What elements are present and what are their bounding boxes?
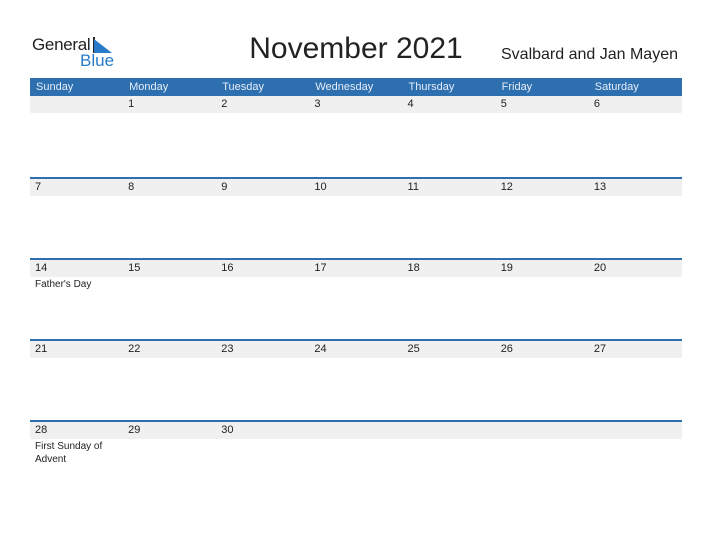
day-cell [496,422,589,501]
day-number: 29 [128,424,141,436]
day-cell: 17 [309,260,402,339]
weeks: 1 2 3 4 5 6 7 8 9 10 11 12 13 14 Father's Day 15 16 17 18 1… [30,96,682,501]
day-number: 2 [221,98,228,110]
day-cell: 9 [216,179,309,258]
weekday-wednesday: Wednesday [315,81,374,93]
day-number: 12 [500,181,513,193]
day-number: 14 [35,262,48,274]
day-number: 23 [221,343,234,355]
day-cell: 5 [496,96,589,177]
day-cell: 16 [216,260,309,339]
day-cell: 30 [216,422,309,501]
day-number: 24 [314,343,327,355]
day-cell: 13 [589,179,682,258]
day-cell: 19 [496,260,589,339]
day-number: 6 [593,98,600,110]
day-number: 9 [221,181,228,193]
day-number: 30 [221,424,234,436]
day-cell: 18 [403,260,496,339]
day-cell: 2 [216,96,309,177]
day-number [594,422,682,439]
day-cell: 29 [123,422,216,501]
week-row: 14 Father's Day 15 16 17 18 19 20 [30,258,682,339]
weekday-tuesday: Tuesday [222,81,265,93]
day-number: 11 [407,181,419,193]
day-number: 27 [593,343,607,355]
day-cell: 24 [309,341,402,420]
day-cell [403,422,496,501]
day-cell: 8 [123,179,216,258]
day-cell [30,96,123,177]
day-cell: 3 [309,96,402,177]
day-number: 10 [314,181,327,193]
week-row: 28 First Sunday of Advent 29 30 [30,420,682,501]
day-cell: 6 [589,96,682,177]
holiday-label: First Sunday of Advent [35,441,103,465]
day-cell: 26 [496,341,589,420]
day-number: 25 [407,343,420,355]
week-row: 7 8 9 10 11 12 13 [30,177,682,258]
day-cell: 7 [30,179,123,258]
holiday-label: Father's Day [35,279,92,290]
day-cell [309,422,402,501]
day-cell: 15 [123,260,216,339]
weekday-thursday: Thursday [408,81,455,93]
day-cell: 11 [403,179,496,258]
day-number: 15 [128,262,141,274]
day-number: 7 [35,181,42,193]
day-cell [589,422,682,501]
day-number: 26 [500,343,513,355]
day-number [35,96,123,113]
week-row: 21 22 23 24 25 26 27 [30,339,682,420]
day-number: 8 [128,181,135,193]
weekday-monday: Monday [129,81,169,93]
day-number: 28 [35,424,48,436]
day-number: 13 [593,181,607,193]
day-number [501,422,589,439]
calendar-grid: Sunday Monday Tuesday Wednesday Thursday… [30,78,682,501]
day-number: 22 [128,343,141,355]
day-cell: 1 [123,96,216,177]
day-cell: 23 [216,341,309,420]
day-number [314,422,402,439]
day-number: 1 [128,98,135,110]
day-number: 4 [407,98,414,110]
day-cell: 4 [403,96,496,177]
day-cell: 27 [589,341,682,420]
region-name: Svalbard and Jan Mayen [501,46,678,63]
day-number: 16 [221,262,234,274]
day-cell: 10 [309,179,402,258]
weekday-sunday: Sunday [36,81,74,93]
day-cell: 12 [496,179,589,258]
day-number: 3 [314,98,321,110]
day-cell: 22 [123,341,216,420]
day-number: 5 [500,98,507,110]
day-number: 19 [500,262,513,274]
day-number: 18 [407,262,420,274]
day-number: 17 [314,262,327,274]
day-number: 21 [35,343,48,355]
week-row: 1 2 3 4 5 6 [30,96,682,177]
day-cell: 14 Father's Day [30,260,123,339]
day-cell: 25 [403,341,496,420]
weekday-saturday: Saturday [594,81,639,93]
weekday-friday: Friday [501,81,533,93]
day-cell: 28 First Sunday of Advent [30,422,123,501]
weekday-header: Sunday Monday Tuesday Wednesday Thursday… [30,78,682,96]
day-number [408,422,496,439]
day-number: 20 [593,262,607,274]
day-cell: 21 [30,341,123,420]
day-cell: 20 [589,260,682,339]
